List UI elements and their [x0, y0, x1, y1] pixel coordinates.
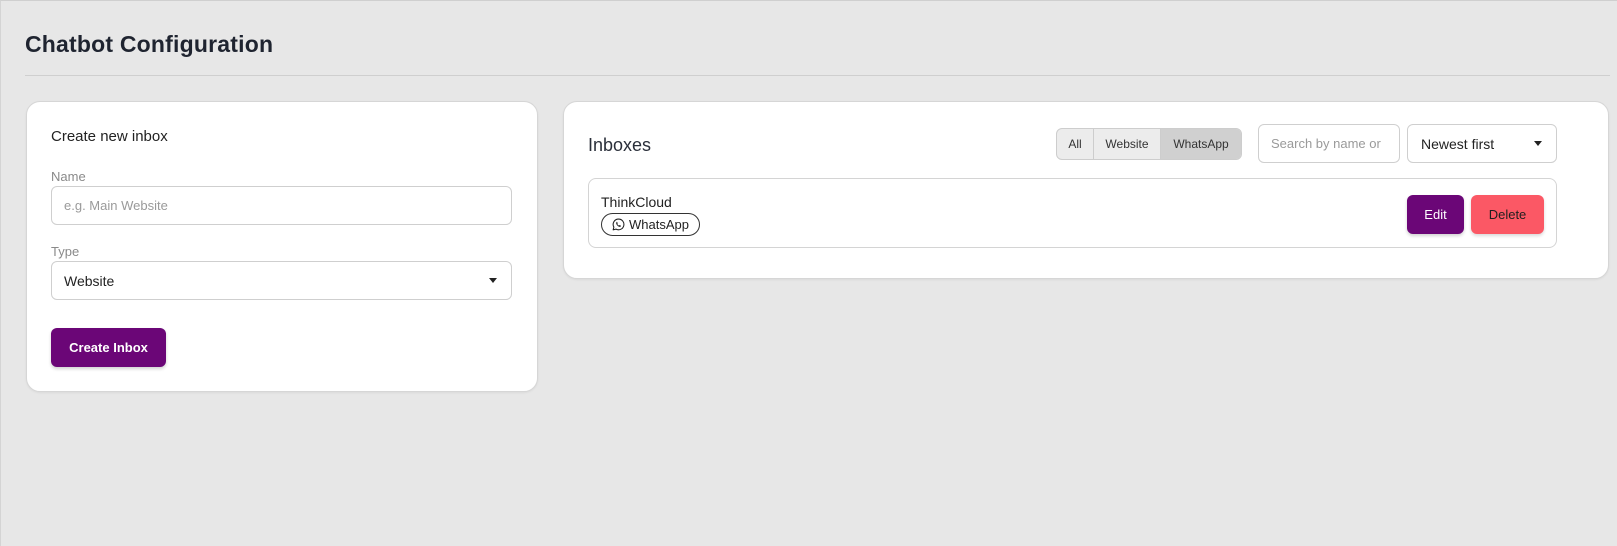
inboxes-card: Inboxes All Website WhatsApp Newest firs…	[563, 101, 1609, 279]
caret-down-icon	[489, 278, 497, 283]
caret-down-icon	[1534, 141, 1542, 146]
inbox-name: ThinkCloud	[601, 194, 672, 210]
inbox-list-item: ThinkCloud WhatsApp Edit Delete	[588, 178, 1557, 248]
search-input[interactable]	[1258, 124, 1400, 163]
create-inbox-card: Create new inbox Name Type Website Creat…	[26, 101, 538, 392]
name-label: Name	[51, 169, 86, 184]
page-title: Chatbot Configuration	[25, 31, 274, 57]
header-divider	[25, 75, 1610, 76]
inbox-type-label: WhatsApp	[629, 217, 689, 232]
filter-whatsapp[interactable]: WhatsApp	[1161, 129, 1241, 159]
filter-website[interactable]: Website	[1094, 129, 1161, 159]
name-input[interactable]	[51, 186, 512, 225]
sort-select-value: Newest first	[1421, 135, 1495, 152]
filter-all[interactable]: All	[1057, 129, 1094, 159]
sort-select[interactable]: Newest first	[1407, 124, 1557, 163]
page: Chatbot Configuration Create new inbox N…	[0, 0, 1617, 546]
type-filter-group: All Website WhatsApp	[1056, 128, 1242, 160]
delete-button[interactable]: Delete	[1471, 195, 1544, 234]
create-inbox-button[interactable]: Create Inbox	[51, 328, 166, 367]
inbox-type-badge: WhatsApp	[601, 213, 700, 236]
create-inbox-title: Create new inbox	[51, 128, 168, 145]
type-select[interactable]: Website	[51, 261, 512, 300]
inboxes-title: Inboxes	[588, 135, 652, 155]
type-label: Type	[51, 244, 80, 259]
type-select-value: Website	[64, 272, 115, 289]
edit-button[interactable]: Edit	[1407, 195, 1464, 234]
whatsapp-icon	[612, 218, 625, 231]
